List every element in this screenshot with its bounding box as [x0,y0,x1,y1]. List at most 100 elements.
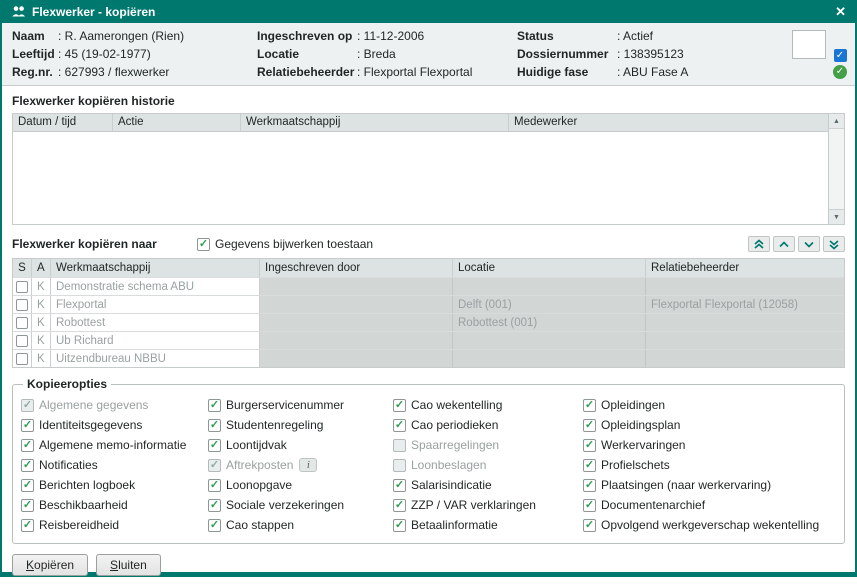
option-label: Identiteitsgegevens [39,418,142,432]
locatie-cell [453,332,646,349]
option-opvolgend-werkgeverschap[interactable]: Opvolgend werkgeverschap wekentelling [583,518,836,532]
field-value-dossiernummer: : 138395123 [617,47,684,61]
checkbox-icon[interactable] [208,479,221,492]
row-select-checkbox[interactable] [16,299,28,311]
move-down-button[interactable] [798,236,820,252]
checkbox-icon[interactable] [583,439,596,452]
select-cell [13,350,32,367]
option-reisbereidheid[interactable]: Reisbereidheid [21,518,208,532]
kopieren-button[interactable]: Kopiëren [12,554,88,576]
move-top-button[interactable] [748,236,770,252]
checkbox-icon[interactable] [208,399,221,412]
checkbox-icon[interactable] [393,519,406,532]
option-berichten-logboek[interactable]: Berichten logboek [21,478,208,492]
options-column-2: Burgerservicenummer Studentenregeling Lo… [208,398,393,532]
option-label: Burgerservicenummer [226,398,344,412]
option-sociale-verzekeringen[interactable]: Sociale verzekeringen [208,498,393,512]
checkbox-icon[interactable] [583,459,596,472]
table-row[interactable]: K Flexportal Delft (001) Flexportal Flex… [13,295,844,313]
option-cao-stappen[interactable]: Cao stappen [208,518,393,532]
checkbox-icon[interactable] [21,419,34,432]
row-select-checkbox[interactable] [16,335,28,347]
row-select-checkbox[interactable] [16,353,28,365]
checkbox-icon[interactable] [583,399,596,412]
option-algemene-memo-informatie[interactable]: Algemene memo-informatie [21,438,208,452]
option-notificaties[interactable]: Notificaties [21,458,208,472]
checkbox-icon[interactable] [393,439,406,452]
selected-checkbox-icon[interactable]: ✓ [834,49,847,62]
table-row[interactable]: K Robottest Robottest (001) [13,313,844,331]
werkmaatschappij-cell: Ub Richard [51,332,260,349]
table-row[interactable]: K Uitzendbureau NBBU [13,349,844,367]
option-loonbeslagen[interactable]: Loonbeslagen [393,458,583,472]
option-label: Opleidingsplan [601,418,680,432]
checkbox-icon[interactable] [21,499,34,512]
option-label: Cao wekentelling [411,398,502,412]
option-spaarregelingen[interactable]: Spaarregelingen [393,438,583,452]
checkbox-icon[interactable] [393,399,406,412]
checkbox-icon[interactable] [197,238,210,251]
checkbox-icon[interactable] [583,479,596,492]
checkbox-icon[interactable] [208,499,221,512]
option-identiteitsgegevens[interactable]: Identiteitsgegevens [21,418,208,432]
option-plaatsingen[interactable]: Plaatsingen (naar werkervaring) [583,478,836,492]
field-label-leeftijd: Leeftijd [12,47,58,61]
col-header-werkmaatschappij: Werkmaatschappij [241,114,509,131]
option-loonopgave[interactable]: Loonopgave [208,478,393,492]
checkbox-icon[interactable] [21,479,34,492]
option-studentenregeling[interactable]: Studentenregeling [208,418,393,432]
option-documentenarchief[interactable]: Documentenarchief [583,498,836,512]
option-opleidingsplan[interactable]: Opleidingsplan [583,418,836,432]
option-beschikbaarheid[interactable]: Beschikbaarheid [21,498,208,512]
option-label: Spaarregelingen [411,438,499,452]
option-salarisindicatie[interactable]: Salarisindicatie [393,478,583,492]
option-cao-periodieken[interactable]: Cao periodieken [393,418,583,432]
options-column-1: Algemene gegevens Identiteitsgegevens Al… [21,398,208,532]
checkbox-icon[interactable] [208,459,221,472]
checkbox-icon[interactable] [583,499,596,512]
option-label: Documentenarchief [601,498,705,512]
titlebar[interactable]: Flexwerker - kopiëren ✕ [2,0,855,23]
history-scrollbar[interactable]: ▲ ▼ [828,114,844,224]
option-zzp-var-verklaringen[interactable]: ZZP / VAR verklaringen [393,498,583,512]
checkbox-icon[interactable] [393,419,406,432]
option-burgerservicenummer[interactable]: Burgerservicenummer [208,398,393,412]
checkbox-icon[interactable] [393,499,406,512]
checkbox-icon[interactable] [21,459,34,472]
checkbox-icon[interactable] [21,399,34,412]
move-bottom-button[interactable] [823,236,845,252]
checkbox-icon[interactable] [21,439,34,452]
scroll-up-icon[interactable]: ▲ [829,114,844,129]
checkbox-icon[interactable] [208,519,221,532]
option-betaalinformatie[interactable]: Betaalinformatie [393,518,583,532]
row-select-checkbox[interactable] [16,281,28,293]
option-cao-wekentelling[interactable]: Cao wekentelling [393,398,583,412]
col-header-locatie: Locatie [453,259,646,277]
option-algemene-gegevens[interactable]: Algemene gegevens [21,398,208,412]
photo-placeholder [792,30,826,59]
checkbox-icon[interactable] [208,419,221,432]
allow-update-checkbox[interactable]: Gegevens bijwerken toestaan [197,237,373,251]
checkbox-icon[interactable] [583,519,596,532]
option-loontijdvak[interactable]: Loontijdvak [208,438,393,452]
row-select-checkbox[interactable] [16,317,28,329]
checkbox-icon[interactable] [393,479,406,492]
scroll-down-icon[interactable]: ▼ [829,209,844,224]
info-icon[interactable]: i [299,458,317,472]
option-werkervaringen[interactable]: Werkervaringen [583,438,836,452]
checkbox-icon[interactable] [208,439,221,452]
flexwerker-header: Naam: R. Aamerongen (Rien) Leeftijd: 45 … [2,23,855,86]
locatie-cell: Delft (001) [453,296,646,313]
move-up-button[interactable] [773,236,795,252]
table-row[interactable]: K Ub Richard [13,331,844,349]
close-icon[interactable]: ✕ [835,4,846,20]
header-col-2: Ingeschreven op: 11-12-2006 Locatie: Bre… [257,29,517,79]
option-aftrekposten[interactable]: Aftrekposten [208,458,293,472]
checkbox-icon[interactable] [393,459,406,472]
checkbox-icon[interactable] [21,519,34,532]
table-row[interactable]: K Demonstratie schema ABU [13,277,844,295]
sluiten-button[interactable]: Sluiten [96,554,161,576]
checkbox-icon[interactable] [583,419,596,432]
option-profielschets[interactable]: Profielschets [583,458,836,472]
option-opleidingen[interactable]: Opleidingen [583,398,836,412]
